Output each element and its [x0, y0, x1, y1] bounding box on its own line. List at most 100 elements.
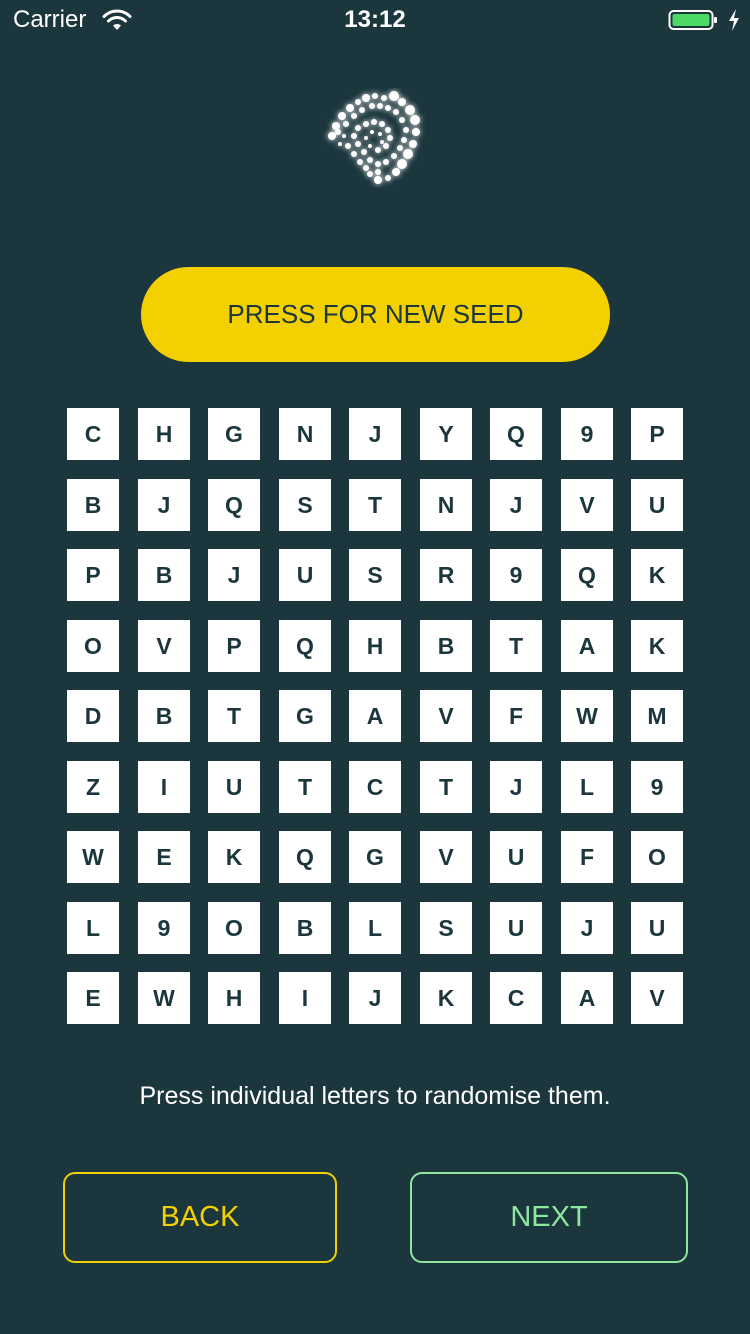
seed-letter-cell[interactable]: I [138, 761, 190, 813]
seed-letter-cell[interactable]: 9 [138, 902, 190, 954]
seed-letter-cell[interactable]: T [349, 479, 401, 531]
seed-letter-cell[interactable]: K [420, 972, 472, 1024]
seed-letter-cell[interactable]: V [631, 972, 683, 1024]
seed-letter-cell[interactable]: V [138, 620, 190, 672]
seed-letter-cell[interactable]: E [67, 972, 119, 1024]
seed-letter-cell[interactable]: K [208, 831, 260, 883]
seed-letter-cell[interactable]: H [138, 408, 190, 460]
seed-letter-cell[interactable]: V [561, 479, 613, 531]
seed-letter-cell[interactable]: O [67, 620, 119, 672]
logo-dot [343, 121, 349, 127]
seed-letter-cell[interactable]: L [349, 902, 401, 954]
seed-letter-cell[interactable]: O [631, 831, 683, 883]
seed-letter-cell[interactable]: H [349, 620, 401, 672]
seed-letter-cell[interactable]: J [138, 479, 190, 531]
next-button[interactable]: NEXT [410, 1172, 688, 1263]
seed-letter-cell[interactable]: H [208, 972, 260, 1024]
seed-letter-cell[interactable]: W [138, 972, 190, 1024]
new-seed-button[interactable]: PRESS FOR NEW SEED [141, 267, 610, 362]
seed-letter-cell[interactable]: O [208, 902, 260, 954]
seed-letter-cell[interactable]: D [67, 690, 119, 742]
seed-letter-cell[interactable]: U [490, 902, 542, 954]
seed-letter-cell[interactable]: G [349, 831, 401, 883]
seed-letter-cell[interactable]: Q [490, 408, 542, 460]
seed-letter-cell[interactable]: W [561, 690, 613, 742]
seed-letter-cell[interactable]: A [349, 690, 401, 742]
seed-letter-cell[interactable]: C [490, 972, 542, 1024]
seed-letter-cell[interactable]: Q [561, 549, 613, 601]
seed-letter-cell[interactable]: J [349, 408, 401, 460]
seed-letter-cell[interactable]: 9 [561, 408, 613, 460]
seed-letter-cell[interactable]: T [279, 761, 331, 813]
seed-letter-cell[interactable]: P [67, 549, 119, 601]
logo-dot [372, 93, 378, 99]
seed-letter-cell[interactable]: I [279, 972, 331, 1024]
seed-letter-cell[interactable]: N [420, 479, 472, 531]
seed-letter-cell[interactable]: G [279, 690, 331, 742]
seed-letter-cell[interactable]: U [490, 831, 542, 883]
logo-dot [355, 141, 361, 147]
logo-dot [385, 175, 391, 181]
seed-letter-cell[interactable]: K [631, 549, 683, 601]
logo-dot [351, 133, 357, 139]
seed-letter-cell[interactable]: F [561, 831, 613, 883]
seed-letter-cell[interactable]: S [349, 549, 401, 601]
seed-letter-cell[interactable]: S [420, 902, 472, 954]
seed-letter-cell[interactable]: G [208, 408, 260, 460]
seed-letter-cell[interactable]: M [631, 690, 683, 742]
seed-letter-cell[interactable]: J [490, 761, 542, 813]
back-button[interactable]: BACK [63, 1172, 337, 1263]
logo-dot [345, 143, 351, 149]
seed-letter-cell[interactable]: W [67, 831, 119, 883]
seed-letter-cell[interactable]: F [490, 690, 542, 742]
seed-letter-cell[interactable]: Y [420, 408, 472, 460]
logo-dot [367, 157, 373, 163]
seed-letter-cell[interactable]: 9 [631, 761, 683, 813]
seed-letter-cell[interactable]: U [279, 549, 331, 601]
logo-dot [357, 159, 363, 165]
seed-letter-cell[interactable]: T [420, 761, 472, 813]
seed-letter-cell[interactable]: B [279, 902, 331, 954]
iota-logo-icon [328, 91, 420, 184]
seed-letter-cell[interactable]: Q [208, 479, 260, 531]
seed-letter-cell[interactable]: L [561, 761, 613, 813]
seed-letter-cell[interactable]: S [279, 479, 331, 531]
seed-letter-cell[interactable]: 9 [490, 549, 542, 601]
logo-dot [403, 127, 409, 133]
seed-letter-cell[interactable]: Q [279, 620, 331, 672]
logo-dot [387, 135, 393, 141]
seed-letter-cell[interactable]: U [631, 479, 683, 531]
seed-letter-cell[interactable]: B [138, 549, 190, 601]
seed-letter-cell[interactable]: A [561, 972, 613, 1024]
logo-dot [342, 134, 346, 138]
seed-letter-cell[interactable]: V [420, 831, 472, 883]
seed-letter-cell[interactable]: E [138, 831, 190, 883]
logo-dot [389, 91, 399, 101]
seed-letter-cell[interactable]: R [420, 549, 472, 601]
seed-letter-cell[interactable]: K [631, 620, 683, 672]
seed-letter-cell[interactable]: B [420, 620, 472, 672]
seed-letter-cell[interactable]: P [208, 620, 260, 672]
seed-letter-cell[interactable]: U [208, 761, 260, 813]
seed-letter-cell[interactable]: Q [279, 831, 331, 883]
seed-letter-cell[interactable]: B [67, 479, 119, 531]
seed-letter-cell[interactable]: C [67, 408, 119, 460]
seed-letter-cell[interactable]: L [67, 902, 119, 954]
seed-letter-cell[interactable]: T [208, 690, 260, 742]
seed-letter-cell[interactable]: A [561, 620, 613, 672]
seed-letter-cell[interactable]: P [631, 408, 683, 460]
seed-letter-cell[interactable]: N [279, 408, 331, 460]
seed-letter-cell[interactable]: J [490, 479, 542, 531]
seed-letter-cell[interactable]: J [208, 549, 260, 601]
seed-letter-cell[interactable]: V [420, 690, 472, 742]
seed-letter-cell[interactable]: T [490, 620, 542, 672]
seed-letter-cell[interactable]: J [349, 972, 401, 1024]
logo-dot [351, 113, 357, 119]
logo-dot [403, 149, 413, 159]
seed-letter-cell[interactable]: B [138, 690, 190, 742]
logo-dot [410, 115, 420, 125]
seed-letter-cell[interactable]: C [349, 761, 401, 813]
seed-letter-cell[interactable]: J [561, 902, 613, 954]
seed-letter-cell[interactable]: U [631, 902, 683, 954]
seed-letter-cell[interactable]: Z [67, 761, 119, 813]
